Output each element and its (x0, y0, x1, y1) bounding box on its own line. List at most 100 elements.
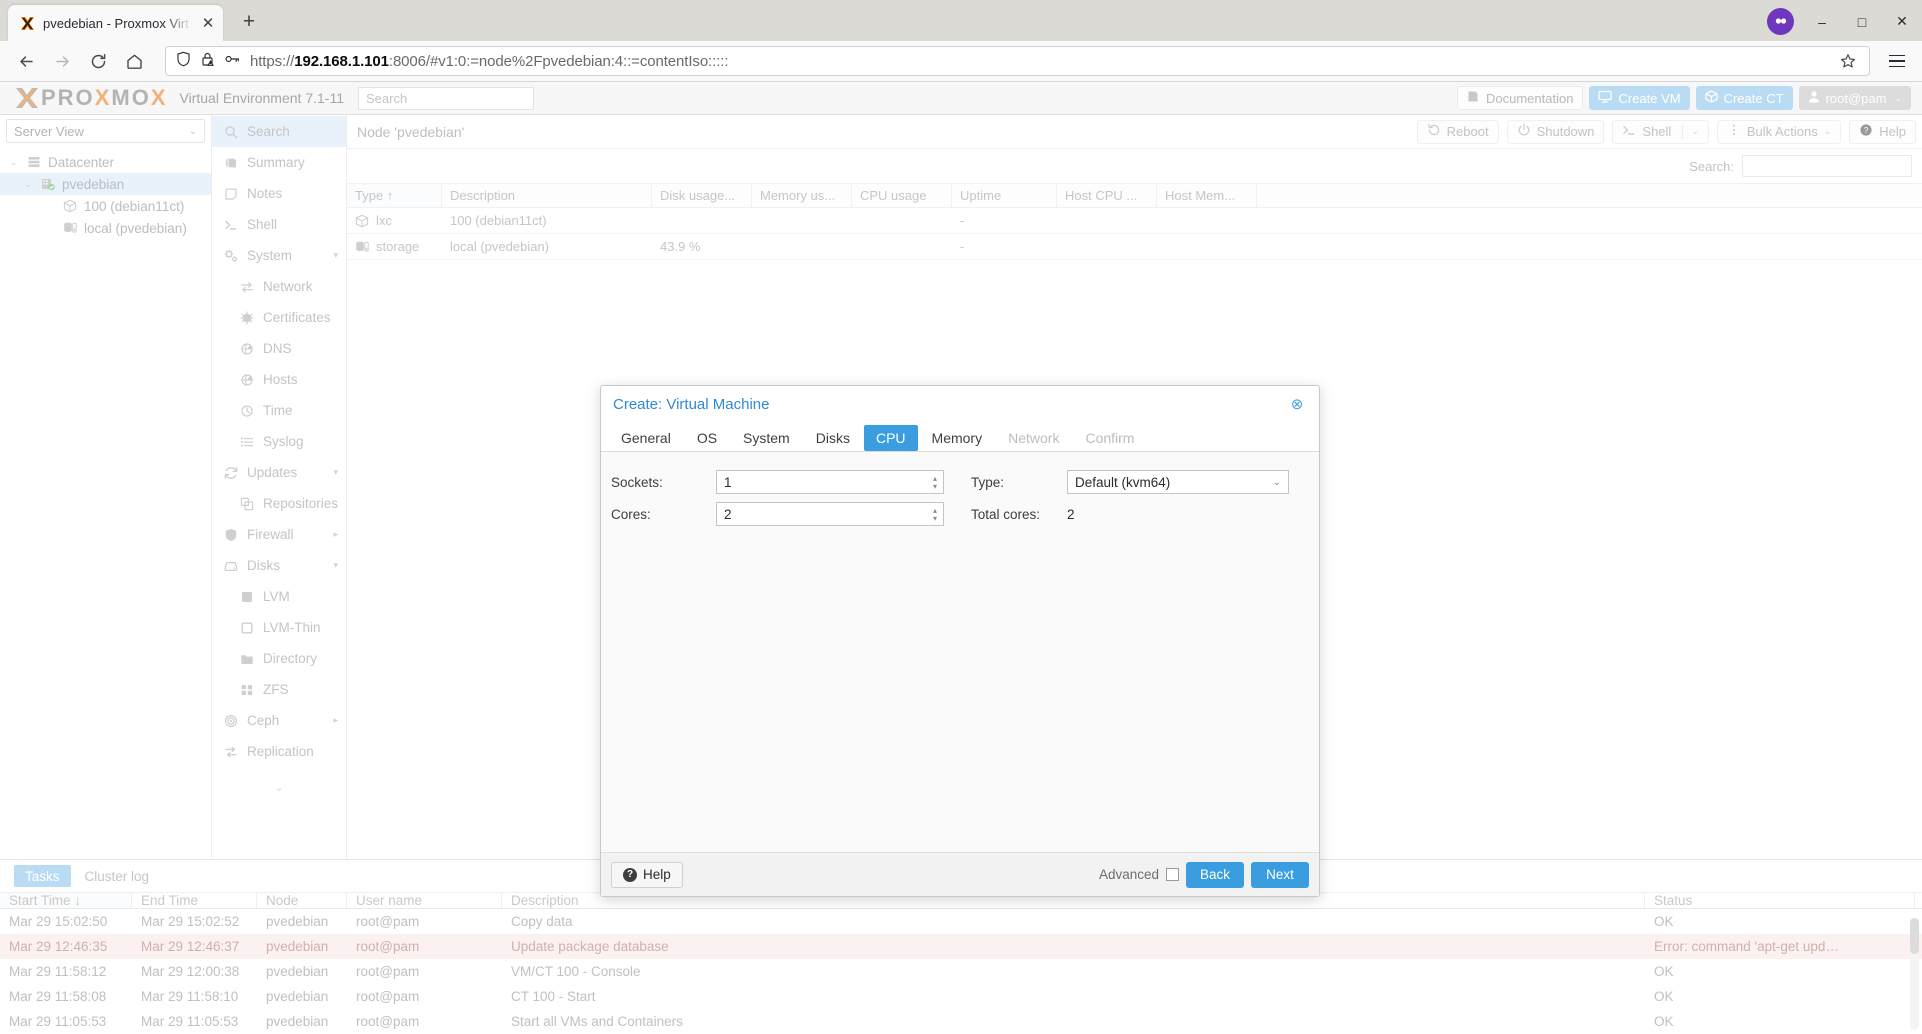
minimize-icon[interactable]: – (1810, 10, 1834, 34)
bookmark-star-icon[interactable] (1837, 53, 1859, 69)
replication-icon (223, 745, 238, 759)
tree-item-local-pvedebian[interactable]: local (pvedebian) (0, 217, 211, 239)
spinner-arrows-icon[interactable]: ▴ ▾ (933, 506, 941, 522)
close-icon[interactable]: ⊗ (1287, 394, 1307, 414)
grid-column-header[interactable]: Description (442, 184, 652, 207)
back-button[interactable]: Back (1186, 861, 1244, 888)
window-close-icon[interactable]: ✕ (1890, 10, 1914, 34)
menu-item-certificates[interactable]: Certificates (212, 302, 346, 333)
menu-item-disks[interactable]: Disks ▾ (212, 550, 346, 581)
menu-item-time[interactable]: Time (212, 395, 346, 426)
documentation-button[interactable]: Documentation (1457, 86, 1584, 110)
task-row[interactable]: Mar 29 12:46:35 Mar 29 12:46:37 pvedebian r… (0, 934, 1922, 959)
grid-column-header[interactable]: Host CPU ... (1057, 184, 1157, 207)
menu-item-lvm[interactable]: LVM (212, 581, 346, 612)
dialog-tab-general[interactable]: General (609, 425, 683, 451)
account-avatar[interactable] (1767, 8, 1794, 35)
menu-item-directory[interactable]: Directory (212, 643, 346, 674)
menu-scroll-down-icon[interactable]: ⌄ (212, 773, 346, 801)
tree-twisty-icon[interactable]: ⌄ (22, 179, 33, 190)
dialog-tab-memory[interactable]: Memory (920, 425, 995, 451)
chevron-down-icon[interactable]: ⌄ (1691, 126, 1699, 137)
menu-item-system[interactable]: System ▾ (212, 240, 346, 271)
task-column-header[interactable]: User name (347, 893, 502, 908)
grid-row[interactable]: storage local (pvedebian) 43.9 % - (347, 234, 1922, 260)
grid-column-header[interactable]: Disk usage... (652, 184, 752, 207)
permission-key-icon[interactable] (224, 51, 241, 72)
home-icon[interactable] (118, 45, 151, 78)
forward-icon[interactable] (46, 45, 79, 78)
tree-item-pvedebian[interactable]: ⌄ pvedebian (0, 173, 211, 195)
reboot-button[interactable]: Reboot (1416, 119, 1499, 144)
menu-item-lvm-thin[interactable]: LVM-Thin (212, 612, 346, 643)
task-row[interactable]: Mar 29 15:02:50 Mar 29 15:02:52 pvedebian r… (0, 909, 1922, 934)
task-column-header[interactable]: Start Time ↓ (0, 893, 132, 908)
menu-item-network[interactable]: Network (212, 271, 346, 302)
task-column-header[interactable]: Status (1645, 893, 1915, 908)
back-icon[interactable] (10, 45, 43, 78)
spinner-arrows-icon[interactable]: ▴ ▾ (933, 474, 941, 490)
bulk-actions-button[interactable]: Bulk Actions ⌄ (1716, 119, 1842, 144)
next-button[interactable]: Next (1251, 861, 1309, 888)
menu-item-dns[interactable]: DNS (212, 333, 346, 364)
chevron-down-icon[interactable]: ⌄ (1824, 126, 1832, 137)
help-button[interactable]: ? Help (1849, 119, 1916, 144)
shell-button[interactable]: Shell ⌄ (1612, 119, 1709, 144)
reload-icon[interactable] (82, 45, 115, 78)
create-ct-button[interactable]: Create CT (1695, 86, 1793, 110)
task-scrollbar[interactable] (1910, 918, 1919, 1030)
menu-item-notes[interactable]: Notes (212, 178, 346, 209)
tree-item-100-debian11ct[interactable]: 100 (debian11ct) (0, 195, 211, 217)
grid-row[interactable]: lxc 100 (debian11ct) - (347, 208, 1922, 234)
menu-item-replication[interactable]: Replication (212, 736, 346, 767)
menu-item-repositories[interactable]: Repositories (212, 488, 346, 519)
menu-item-hosts[interactable]: Hosts (212, 364, 346, 395)
grid-column-header[interactable]: CPU usage (852, 184, 952, 207)
grid-column-header[interactable]: Type ↑ (347, 184, 442, 207)
help-button[interactable]: ? Help (611, 861, 683, 888)
cpu-type-select[interactable]: Default (kvm64) ⌄ (1067, 470, 1289, 494)
grid-column-header[interactable]: Memory us... (752, 184, 852, 207)
maximize-icon[interactable]: □ (1850, 10, 1874, 34)
grid-search-input[interactable] (1742, 155, 1912, 177)
dialog-tab-cpu[interactable]: CPU (863, 425, 918, 451)
menu-item-ceph[interactable]: Ceph ▸ (212, 705, 346, 736)
dialog-tab-os[interactable]: OS (685, 425, 729, 451)
new-tab-button[interactable]: + (233, 6, 265, 38)
shutdown-button[interactable]: Shutdown (1506, 119, 1605, 144)
browser-tab[interactable]: pvedebian - Proxmox Virt ✕ (8, 5, 223, 41)
monitor-icon (1598, 90, 1613, 106)
menu-item-syslog[interactable]: Syslog (212, 426, 346, 457)
menu-item-zfs[interactable]: ZFS (212, 674, 346, 705)
dialog-tab-disks[interactable]: Disks (804, 425, 862, 451)
task-row[interactable]: Mar 29 11:58:12 Mar 29 12:00:38 pvedebian r… (0, 959, 1922, 984)
create-vm-button[interactable]: Create VM (1589, 86, 1690, 110)
menu-item-firewall[interactable]: Firewall ▸ (212, 519, 346, 550)
cores-stepper[interactable]: 2 ▴ ▾ (716, 502, 944, 526)
menu-item-updates[interactable]: Updates ▾ (212, 457, 346, 488)
sockets-stepper[interactable]: 1 ▴ ▾ (716, 470, 944, 494)
grid-column-header[interactable]: Uptime (952, 184, 1057, 207)
url-bar[interactable]: https://192.168.1.101:8006/#v1:0:=node%2… (165, 46, 1870, 76)
lock-warning-icon[interactable] (200, 51, 215, 72)
menu-item-shell[interactable]: Shell (212, 209, 346, 240)
advanced-checkbox[interactable] (1166, 868, 1179, 881)
close-icon[interactable]: ✕ (199, 14, 217, 32)
task-tab-cluster-log[interactable]: Cluster log (74, 865, 161, 887)
user-menu-button[interactable]: root@pam ⌄ (1798, 86, 1911, 110)
task-column-header[interactable]: Node (257, 893, 347, 908)
task-tab-tasks[interactable]: Tasks (14, 865, 71, 887)
menu-item-summary[interactable]: Summary (212, 147, 346, 178)
browser-menu-icon[interactable] (1882, 46, 1912, 76)
task-column-header[interactable]: End Time (132, 893, 257, 908)
task-row[interactable]: Mar 29 11:05:53 Mar 29 11:05:53 pvedebian r… (0, 1009, 1922, 1034)
tree-item-datacenter[interactable]: ⌄ Datacenter (0, 151, 211, 173)
task-row[interactable]: Mar 29 11:58:08 Mar 29 11:58:10 pvedebian r… (0, 984, 1922, 1009)
dialog-tab-system[interactable]: System (731, 425, 802, 451)
menu-item-search[interactable]: Search (212, 116, 346, 147)
pve-search-input[interactable]: Search (357, 86, 534, 110)
shield-icon[interactable] (176, 51, 191, 72)
tree-twisty-icon[interactable]: ⌄ (8, 157, 19, 168)
view-select-dropdown[interactable]: Server View ⌄ (6, 119, 205, 143)
grid-column-header[interactable]: Host Mem... (1157, 184, 1257, 207)
